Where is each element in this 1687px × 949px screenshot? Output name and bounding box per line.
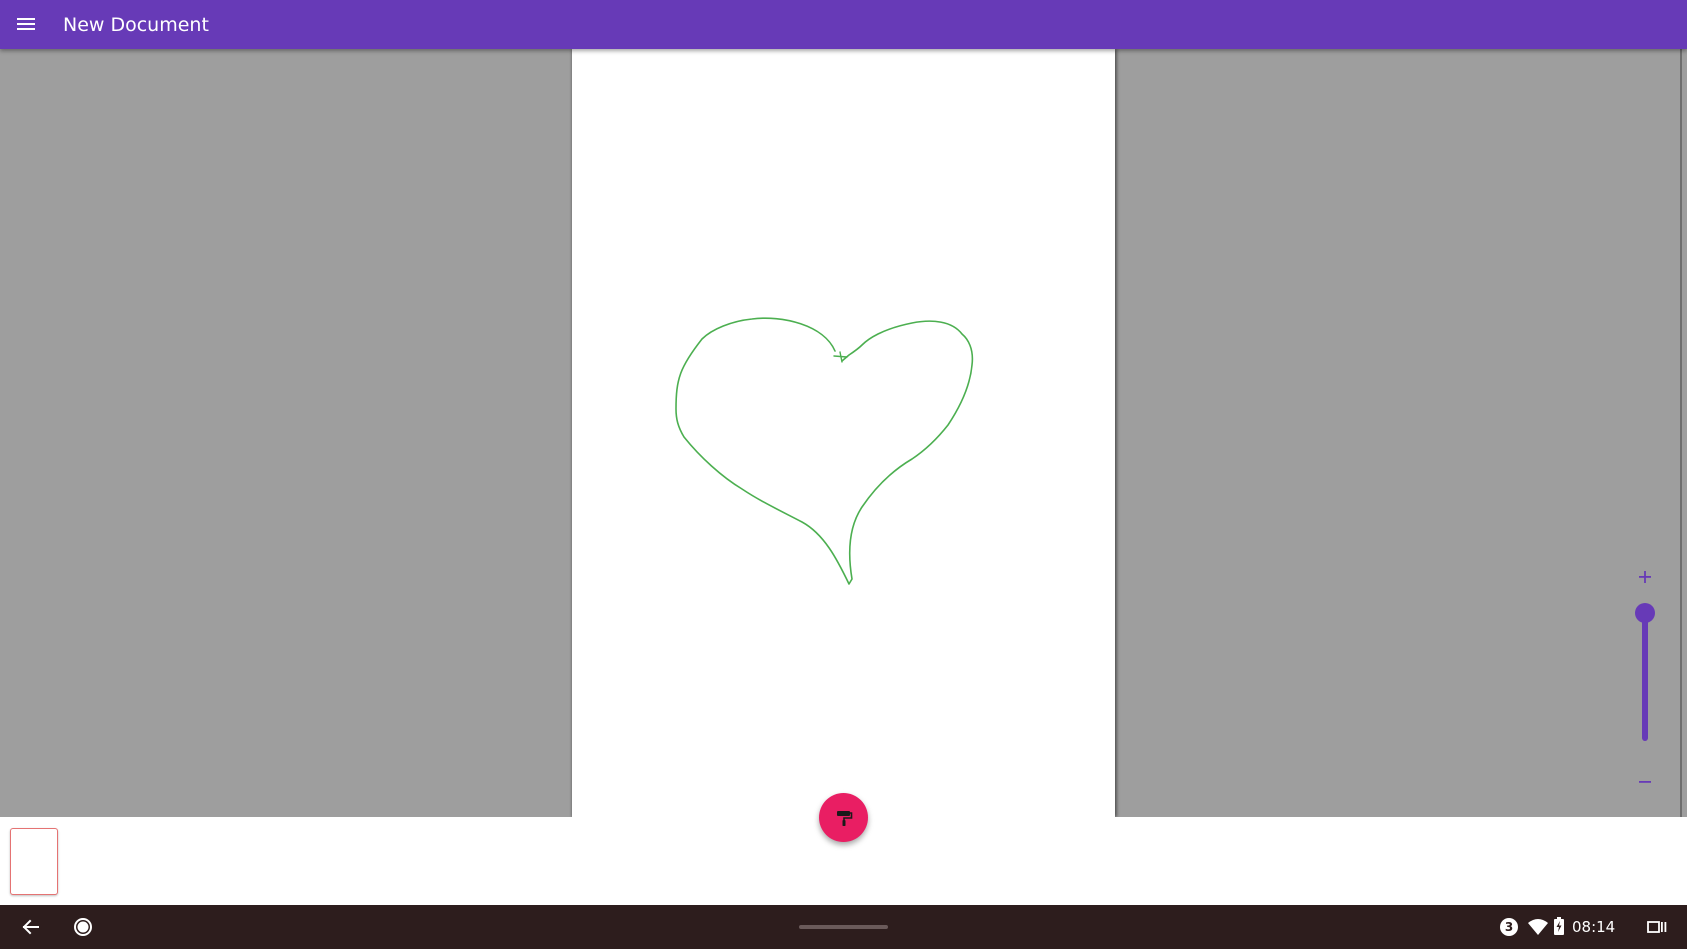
- page-thumbnail[interactable]: [10, 828, 58, 895]
- home-circle-icon[interactable]: [73, 917, 93, 937]
- paint-tool-button[interactable]: [819, 793, 868, 842]
- battery-charging-icon: [1554, 917, 1564, 935]
- notification-count-badge: 3: [1500, 918, 1518, 936]
- drawing-layer[interactable]: [572, 49, 1115, 817]
- heart-stroke-tick: [833, 351, 848, 363]
- document-title: New Document: [63, 14, 209, 36]
- zoom-slider-thumb[interactable]: [1635, 603, 1655, 623]
- minus-icon: [1639, 781, 1651, 783]
- overview-icon[interactable]: [1647, 918, 1667, 936]
- status-clock: 08:14: [1572, 918, 1616, 936]
- gesture-handle[interactable]: [799, 925, 888, 929]
- hamburger-menu-icon[interactable]: [10, 8, 42, 40]
- zoom-in-button[interactable]: [1633, 565, 1657, 589]
- scroll-edge: [1680, 49, 1682, 817]
- back-arrow-icon[interactable]: [18, 915, 42, 939]
- canvas-area[interactable]: [0, 49, 1687, 817]
- zoom-slider[interactable]: [1642, 613, 1648, 741]
- heart-stroke: [675, 317, 974, 585]
- system-nav-bar: 3 08:14: [0, 905, 1687, 949]
- zoom-slider-fill: [1642, 613, 1648, 741]
- app-bar: New Document: [0, 0, 1687, 49]
- document-page[interactable]: [572, 49, 1115, 817]
- wifi-icon: [1528, 919, 1548, 935]
- paint-roller-icon: [836, 810, 852, 826]
- plus-icon: [1639, 571, 1651, 583]
- zoom-out-button[interactable]: [1633, 770, 1657, 794]
